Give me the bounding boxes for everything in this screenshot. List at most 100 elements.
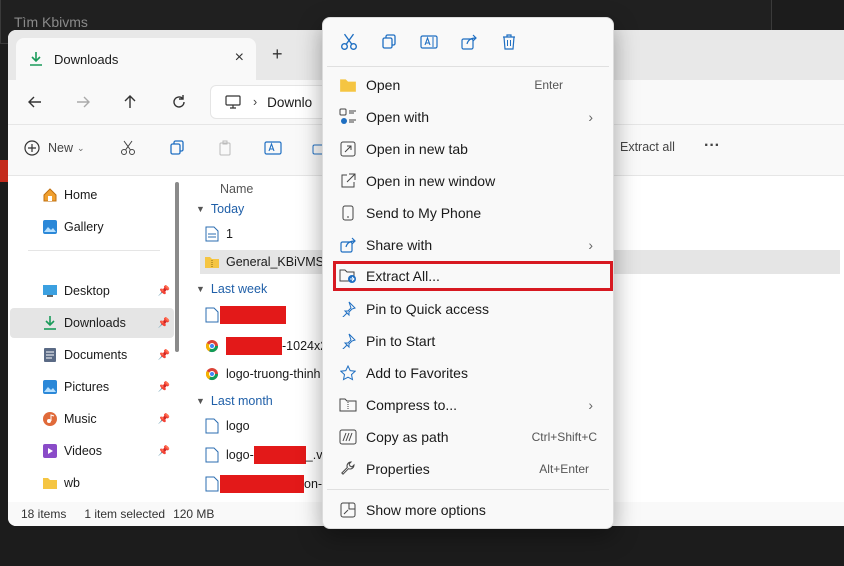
chevron-right-icon: › — [588, 397, 593, 413]
sidebar-item-label: Videos — [64, 444, 102, 458]
sidebar-item-label: Desktop — [64, 284, 110, 298]
up-arrow-icon[interactable] — [120, 92, 140, 112]
chevron-down-icon: ⌄ — [77, 142, 85, 153]
file-icon — [204, 476, 220, 492]
refresh-icon[interactable] — [169, 92, 189, 112]
sidebar-item-label: Gallery — [64, 220, 104, 234]
selection-count: 1 item selected — [84, 507, 166, 521]
sidebar-item-label: Documents — [64, 348, 128, 362]
redaction-bar — [253, 446, 306, 464]
external-link-icon — [339, 172, 357, 190]
menu-item-open[interactable]: Open Enter — [329, 70, 607, 100]
menu-item-show-more-options[interactable]: Show more options — [329, 495, 607, 525]
menu-item-add-to-favorites[interactable]: Add to Favorites — [329, 358, 607, 388]
group-header-last-month[interactable]: ▼ Last month — [196, 394, 273, 408]
plus-circle-icon — [24, 140, 40, 156]
sidebar-item-music[interactable]: Music 📌 — [10, 404, 174, 434]
sidebar-item-documents[interactable]: Documents 📌 — [10, 340, 174, 370]
delete-icon[interactable] — [497, 30, 521, 54]
menu-item-open-with[interactable]: Open with › — [329, 102, 607, 132]
menu-item-open-in-new-window[interactable]: Open in new window — [329, 166, 607, 196]
sidebar-item-home[interactable]: Home — [10, 180, 174, 210]
list-item[interactable]: logo-truong-thinh — [204, 362, 321, 386]
cut-icon[interactable] — [337, 30, 361, 54]
menu-item-compress-to[interactable]: Compress to... › — [329, 390, 607, 420]
menu-item-pin-to-start[interactable]: Pin to Start — [329, 326, 607, 356]
rename-icon[interactable] — [264, 140, 282, 156]
pin-icon[interactable]: 📌 — [158, 286, 170, 297]
menu-item-extract-all[interactable]: Extract All... — [333, 261, 613, 291]
column-header-name[interactable]: Name — [220, 182, 253, 196]
new-button[interactable]: New ⌄ — [24, 140, 85, 156]
menu-item-send-to-phone[interactable]: Send to My Phone — [329, 198, 607, 228]
list-item[interactable]: on-1 — [204, 472, 329, 496]
copy-icon[interactable] — [377, 30, 401, 54]
share-icon — [339, 236, 357, 254]
file-icon — [204, 307, 220, 323]
chevron-down-icon: ▼ — [196, 284, 205, 294]
sidebar-item-label: Home — [64, 188, 98, 202]
download-icon — [42, 315, 58, 331]
pin-icon[interactable]: 📌 — [158, 414, 170, 425]
pin-icon[interactable]: 📌 — [158, 350, 170, 361]
redaction-bar — [220, 475, 304, 493]
sidebar-item-gallery[interactable]: Gallery — [10, 212, 174, 242]
forward-arrow-icon[interactable] — [73, 92, 93, 112]
file-icon — [204, 447, 220, 463]
background-red-marker — [0, 160, 8, 182]
tab-downloads[interactable]: Downloads × — [16, 38, 256, 80]
sidebar-item-desktop[interactable]: Desktop 📌 — [10, 276, 174, 306]
download-icon — [28, 51, 44, 67]
sidebar-divider — [28, 250, 160, 251]
menu-item-share-with[interactable]: Share with › — [329, 230, 607, 260]
back-arrow-icon[interactable] — [25, 92, 45, 112]
copy-icon[interactable] — [169, 140, 185, 156]
cut-icon[interactable] — [120, 140, 136, 156]
home-icon — [42, 187, 58, 203]
context-menu: Open Enter Open with › Open in new tab O… — [322, 17, 614, 529]
tab-label: Downloads — [54, 51, 119, 67]
phone-icon — [339, 204, 357, 222]
sidebar-item-label: wb — [64, 476, 80, 490]
group-header-last-week[interactable]: ▼ Last week — [196, 282, 267, 296]
menu-divider — [327, 66, 609, 67]
selection-size: 120 MB — [173, 507, 215, 521]
extract-all-button[interactable]: Extract all — [620, 140, 675, 154]
sidebar-item-label: Pictures — [64, 380, 110, 394]
rename-icon[interactable] — [417, 30, 441, 54]
monitor-icon — [225, 95, 241, 109]
group-header-today[interactable]: ▼ Today — [196, 202, 244, 216]
copy-path-icon — [339, 428, 357, 446]
pin-icon[interactable]: 📌 — [158, 382, 170, 393]
gallery-icon — [42, 219, 58, 235]
sidebar-item-downloads[interactable]: Downloads 📌 — [10, 308, 174, 338]
zip-folder-icon — [339, 396, 357, 414]
new-tab-button[interactable]: + — [272, 44, 283, 65]
new-tab-icon — [339, 140, 357, 158]
list-item[interactable]: logo- _.vi — [204, 443, 325, 467]
menu-item-properties[interactable]: Properties Alt+Enter — [329, 454, 607, 484]
pin-icon[interactable]: 📌 — [158, 318, 170, 329]
paste-icon[interactable] — [217, 140, 233, 156]
sidebar-item-videos[interactable]: Videos 📌 — [10, 436, 174, 466]
menu-item-pin-to-quick-access[interactable]: Pin to Quick access — [329, 294, 607, 324]
sidebar-scrollbar[interactable] — [175, 182, 179, 352]
sidebar-item-pictures[interactable]: Pictures 📌 — [10, 372, 174, 402]
tab-close-button[interactable]: × — [235, 49, 244, 67]
list-item[interactable]: logo — [204, 414, 250, 438]
menu-item-open-in-new-tab[interactable]: Open in new tab — [329, 134, 607, 164]
address-text: Downlo — [267, 94, 313, 110]
list-item[interactable] — [204, 303, 286, 327]
menu-item-copy-as-path[interactable]: Copy as path Ctrl+Shift+C — [329, 422, 607, 452]
chrome-icon — [204, 338, 220, 354]
list-item[interactable]: -1024x2 — [204, 334, 327, 358]
share-icon[interactable] — [457, 30, 481, 54]
chrome-icon — [204, 366, 220, 382]
pin-icon[interactable]: 📌 — [158, 446, 170, 457]
sidebar-item-wb[interactable]: wb — [10, 468, 174, 498]
more-options-icon[interactable]: ··· — [704, 137, 720, 155]
document-icon — [42, 347, 58, 363]
list-item[interactable]: 1 — [204, 222, 233, 246]
desktop-icon — [42, 283, 58, 299]
star-icon — [339, 364, 357, 382]
